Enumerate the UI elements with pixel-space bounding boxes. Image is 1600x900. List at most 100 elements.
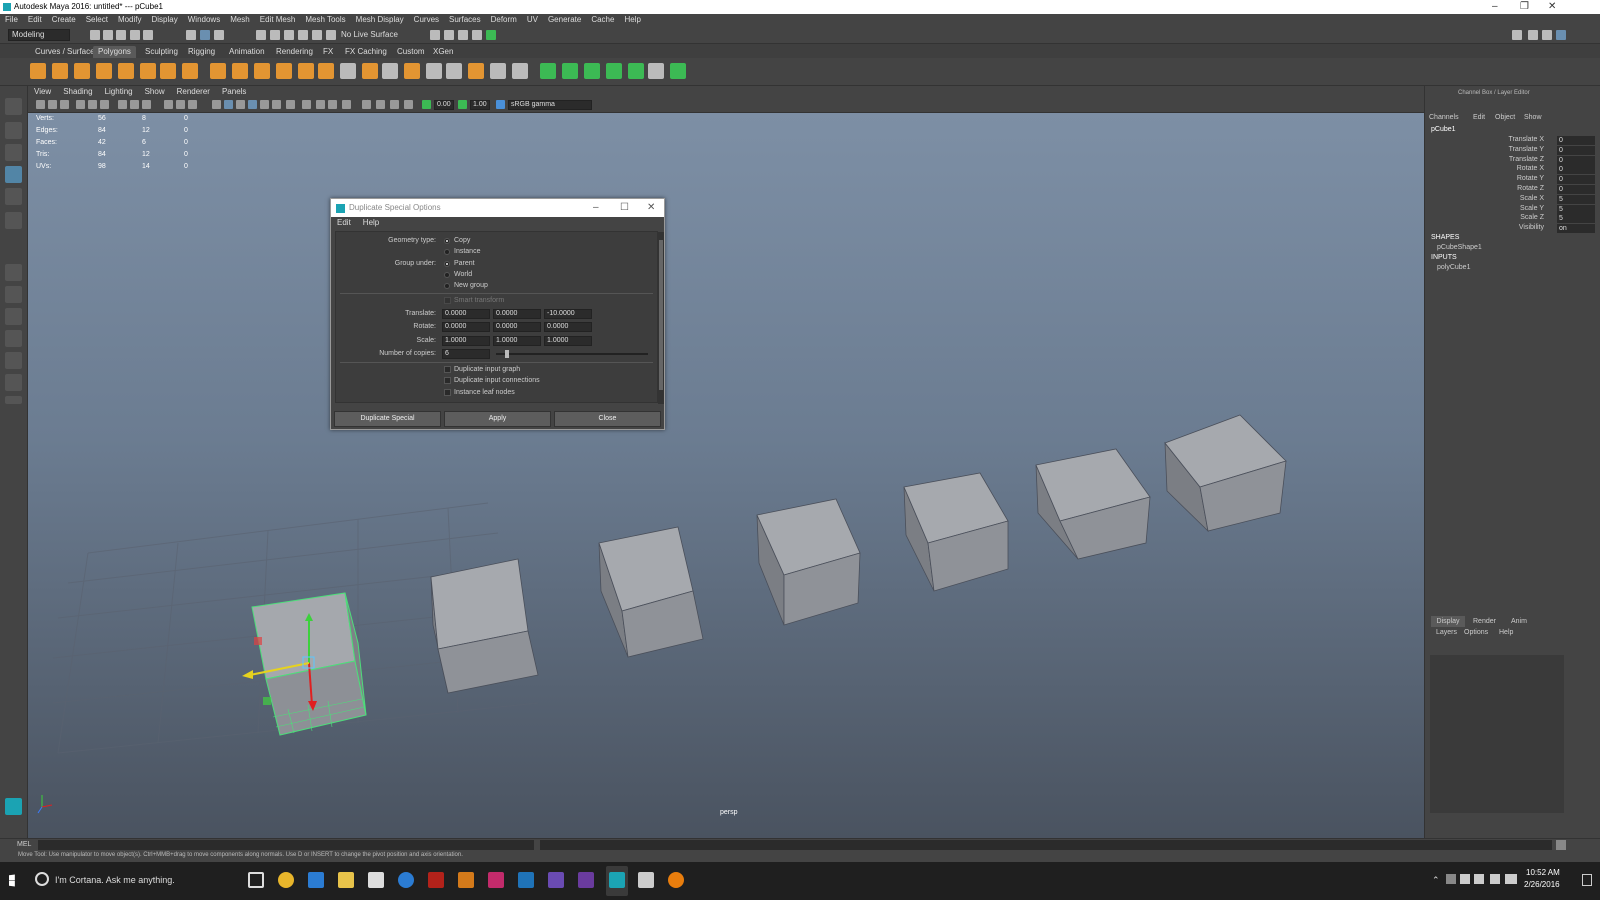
shelf-tab-fx-caching[interactable]: FX Caching	[340, 46, 392, 58]
snap-vertex-icon[interactable]	[326, 30, 336, 40]
duplicate-cube[interactable]	[430, 558, 539, 694]
layer-menu-layers[interactable]: Layers	[1436, 629, 1457, 636]
duplicate-special-button[interactable]: Duplicate Special	[334, 411, 441, 427]
attribute-editor-icon[interactable]	[1528, 30, 1538, 40]
cb-attr-value[interactable]: on	[1557, 224, 1595, 234]
motion-blur-icon[interactable]	[316, 100, 325, 109]
offset-edge-loop-icon[interactable]	[468, 63, 484, 79]
bridge-icon[interactable]	[362, 63, 378, 79]
poly-sphere-icon[interactable]	[30, 63, 46, 79]
cb-menu-show[interactable]: Show	[1524, 114, 1542, 121]
snap-grid-icon[interactable]	[256, 30, 266, 40]
close-icon[interactable]: ✕	[1548, 0, 1556, 14]
move-tool-icon[interactable]	[5, 166, 22, 183]
lights-icon[interactable]	[272, 100, 281, 109]
snap-curve-icon[interactable]	[270, 30, 280, 40]
cb-attr-value[interactable]: 0	[1557, 145, 1595, 155]
dialog-scrollbar[interactable]	[658, 232, 664, 404]
selected-cube[interactable]	[242, 592, 367, 736]
blender-icon[interactable]	[668, 872, 684, 888]
input-node[interactable]: polyCube1	[1437, 264, 1470, 271]
translate-z-field[interactable]: -10.0000	[544, 309, 592, 319]
viewport-menu-view[interactable]: View	[28, 86, 57, 97]
windows-start-icon[interactable]	[9, 874, 15, 887]
channel-box-icon[interactable]	[1556, 30, 1566, 40]
menu-mesh[interactable]: Mesh	[225, 14, 255, 26]
redo-icon[interactable]	[143, 30, 153, 40]
translate-x-field[interactable]: 0.0000	[442, 309, 490, 319]
menu-select[interactable]: Select	[81, 14, 113, 26]
xray-joints-icon[interactable]	[390, 100, 399, 109]
browser-icon[interactable]	[398, 872, 414, 888]
persp-graph-icon[interactable]	[5, 330, 22, 347]
tray-chevron-icon[interactable]: ⌃	[1432, 875, 1440, 886]
poly-cylinder-icon[interactable]	[74, 63, 90, 79]
mel-label[interactable]: MEL	[17, 841, 31, 848]
menu-generate[interactable]: Generate	[543, 14, 586, 26]
ao-icon[interactable]	[302, 100, 311, 109]
bookmark-icon[interactable]	[60, 100, 69, 109]
render-frame-icon[interactable]	[430, 30, 440, 40]
shelf-tab-fx[interactable]: FX	[318, 46, 338, 58]
gamma-field[interactable]: 1.00	[470, 100, 490, 110]
illustrator-icon[interactable]	[458, 872, 474, 888]
menu-surfaces[interactable]: Surfaces	[444, 14, 486, 26]
grid-icon[interactable]	[118, 100, 127, 109]
xray-components-icon[interactable]	[404, 100, 413, 109]
duplicate-cube[interactable]	[1035, 448, 1151, 560]
group-parent-radio[interactable]	[444, 261, 450, 267]
uv-layout-icon[interactable]	[648, 63, 664, 79]
close-button[interactable]: Close	[554, 411, 661, 427]
persp-viewport[interactable]	[28, 113, 1424, 838]
menuset-dropdown[interactable]: Modeling	[8, 29, 70, 41]
cb-attr-value[interactable]: 0	[1557, 155, 1595, 165]
outliner-layout-icon[interactable]	[5, 374, 22, 391]
copies-field[interactable]: 6	[442, 349, 490, 359]
copies-slider-thumb[interactable]	[504, 350, 509, 358]
duplicate-cube[interactable]	[1164, 414, 1287, 533]
single-view-icon[interactable]	[5, 264, 22, 281]
restore-icon[interactable]: ❐	[1520, 0, 1529, 14]
cylindrical-map-icon[interactable]	[562, 63, 578, 79]
layer-tab-render[interactable]: Render	[1473, 616, 1496, 627]
paint-select-icon[interactable]	[5, 144, 22, 161]
automatic-map-icon[interactable]	[606, 63, 622, 79]
acrobat-icon[interactable]	[428, 872, 444, 888]
poly-cone-icon[interactable]	[96, 63, 112, 79]
save-scene-icon[interactable]	[116, 30, 126, 40]
four-view-icon[interactable]	[5, 286, 22, 303]
dialog-maximize-icon[interactable]: ☐	[620, 199, 629, 217]
cb-menu-object[interactable]: Object	[1495, 114, 1515, 121]
select-object-icon[interactable]	[200, 30, 210, 40]
wireframe-icon[interactable]	[212, 100, 221, 109]
scale-z-field[interactable]: 1.0000	[544, 336, 592, 346]
rotate-tool-icon[interactable]	[5, 188, 22, 205]
cb-attr-value[interactable]: 0	[1557, 185, 1595, 194]
poly-pyramid-icon[interactable]	[160, 63, 176, 79]
isolate-icon[interactable]	[362, 100, 371, 109]
maya-taskbar-icon[interactable]	[609, 872, 625, 888]
shelf-tab-animation[interactable]: Animation	[224, 46, 270, 58]
snap-point-icon[interactable]	[284, 30, 294, 40]
menu-help[interactable]: Help	[619, 14, 645, 26]
exposure-field[interactable]: 0.00	[434, 100, 454, 110]
cb-object-name[interactable]: pCube1	[1431, 126, 1456, 133]
dialog-title-bar[interactable]: Duplicate Special Options – ☐ ✕	[331, 199, 664, 217]
translate-y-field[interactable]: 0.0000	[493, 309, 541, 319]
after-effects-icon[interactable]	[548, 872, 564, 888]
poly-pipe-icon[interactable]	[182, 63, 198, 79]
camera-attr-icon[interactable]	[48, 100, 57, 109]
keyboard-icon[interactable]	[1490, 874, 1500, 884]
cb-attr-value[interactable]: 5	[1557, 214, 1595, 224]
shelf-tab-sculpting[interactable]: Sculpting	[140, 46, 183, 58]
new-scene-icon[interactable]	[90, 30, 100, 40]
snap-view-icon[interactable]	[298, 30, 308, 40]
duplicate-input-graph-checkbox[interactable]	[444, 366, 451, 373]
menu-modify[interactable]: Modify	[113, 14, 147, 26]
cb-menu-edit[interactable]: Edit	[1473, 114, 1485, 121]
premiere-icon[interactable]	[578, 872, 594, 888]
duplicate-cube[interactable]	[756, 498, 861, 626]
action-center-icon[interactable]	[1582, 874, 1592, 886]
two-d-pan-icon[interactable]	[88, 100, 97, 109]
render-view-icon[interactable]	[486, 30, 496, 40]
